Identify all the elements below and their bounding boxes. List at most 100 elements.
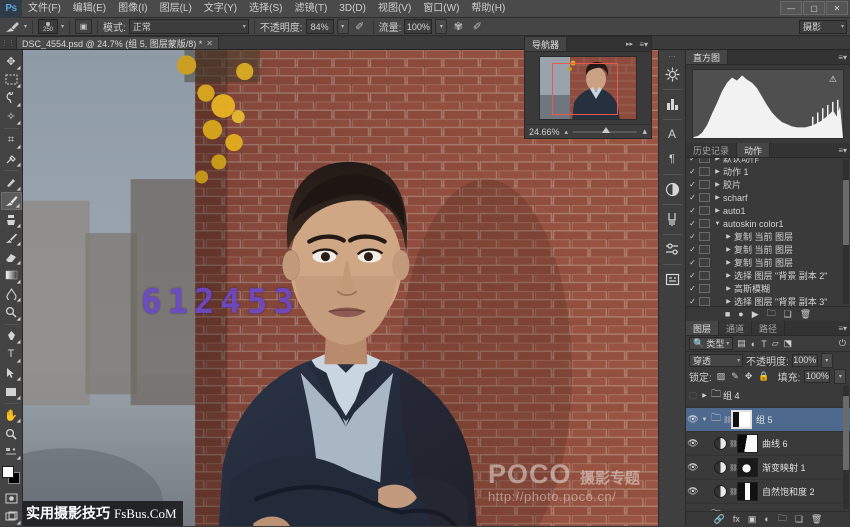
layers-scrollbar[interactable] — [843, 386, 849, 509]
new-action-icon[interactable]: ❏ — [784, 309, 792, 320]
opacity-stepper[interactable]: ▾ — [337, 19, 349, 34]
action-row[interactable]: ✓▶auto1 — [686, 204, 850, 217]
eye-icon[interactable]: ▢ — [686, 390, 700, 401]
character-dock-icon[interactable]: A — [661, 122, 684, 146]
type-tool[interactable]: T◢ — [1, 345, 22, 364]
actions-scrollbar[interactable] — [843, 160, 849, 304]
add-mask-icon[interactable]: ▣ — [748, 514, 757, 525]
airbrush-icon[interactable]: ✾ — [450, 19, 466, 34]
zoom-in-icon[interactable]: ▴ — [642, 126, 647, 137]
zoom-tool[interactable] — [1, 424, 22, 443]
brush-tool[interactable]: ◢ — [1, 192, 22, 211]
navigator-panel-menu-icon[interactable]: ≡▾ — [639, 40, 648, 49]
expand-arrow-icon[interactable]: ▶ — [700, 392, 709, 399]
brush-size-field[interactable]: 250 — [38, 19, 58, 34]
menu-type[interactable]: 文字(Y) — [198, 0, 243, 18]
menu-filter[interactable]: 滤镜(T) — [289, 0, 334, 18]
layer-list[interactable]: ▢ ▶ 🗀 组 4 👁 ▼ 🗀 ⛓ 组 5 — [686, 384, 850, 511]
actions-list[interactable]: ✓▶默认动作 ✓▶动作 1 ✓▶胶片 ✓▶scharf ✓▶auto1 ✓▼au… — [686, 158, 850, 306]
opacity-input[interactable]: 84% — [306, 19, 334, 34]
menu-window[interactable]: 窗口(W) — [417, 0, 465, 18]
layer-row[interactable]: 👁 ⛓ 曲线 6 — [686, 432, 850, 456]
eye-icon[interactable]: 👁 — [686, 438, 700, 449]
maximize-button[interactable]: ▢ — [803, 1, 825, 15]
blend-mode-select[interactable]: 正常 ▾ — [129, 19, 249, 34]
action-row[interactable]: ✓▶复制 当前 图层 — [686, 230, 850, 243]
stop-action-icon[interactable]: ■ — [725, 309, 730, 319]
layer-style-icon[interactable]: fx — [733, 514, 740, 524]
layer-row[interactable]: 👁 ▼ 🗀 Dodge & Burn — [686, 504, 850, 511]
lock-all-icon[interactable]: 🔒 — [758, 371, 769, 382]
action-row[interactable]: ✓▶选择 图层 "背景 副本 3" — [686, 295, 850, 306]
navigator-thumbnail[interactable] — [539, 56, 637, 120]
filter-shape-icon[interactable]: ▱ — [772, 338, 779, 349]
move-tool[interactable]: ✥◢ — [1, 52, 22, 71]
filter-smart-icon[interactable]: ⬔ — [784, 338, 793, 349]
action-row[interactable]: ✓▶scharf — [686, 191, 850, 204]
rectangle-shape-tool[interactable]: ◢ — [1, 382, 22, 401]
eye-icon[interactable]: 👁 — [686, 510, 700, 511]
action-row[interactable]: ✓▶复制 当前 图层 — [686, 243, 850, 256]
menu-layer[interactable]: 图层(L) — [154, 0, 198, 18]
histogram-panel-menu-icon[interactable]: ≡▾ — [838, 53, 847, 62]
flow-input[interactable]: 100% — [404, 19, 432, 34]
histogram-warning-icon[interactable]: ⚠ — [829, 74, 837, 85]
layer-row[interactable]: ▢ ▶ 🗀 组 4 — [686, 384, 850, 408]
minimize-button[interactable]: — — [780, 1, 802, 15]
paragraph-dock-icon[interactable]: ¶ — [661, 147, 684, 171]
blur-tool[interactable]: ◢ — [1, 285, 22, 304]
lock-position-icon[interactable]: ✥ — [745, 371, 753, 382]
tab-actions[interactable]: 动作 — [737, 143, 770, 157]
eye-icon[interactable]: 👁 — [686, 414, 700, 425]
filter-adjustment-icon[interactable]: ◐ — [751, 339, 756, 349]
foreground-color-swatch[interactable] — [2, 466, 14, 478]
new-adjustment-icon[interactable]: ◐ — [764, 514, 769, 524]
brush-size-caret-icon[interactable]: ▾ — [61, 23, 64, 30]
link-layers-icon[interactable]: 🔗 — [714, 514, 725, 525]
tab-histogram[interactable]: 直方图 — [686, 50, 728, 64]
screen-mode-button[interactable]: ◢ — [1, 507, 22, 526]
layer-filter-type-select[interactable]: 🔍 类型 ▾ — [689, 337, 733, 350]
action-row[interactable]: ✓▶复制 当前 图层 — [686, 256, 850, 269]
layer-mask-thumbnail[interactable] — [737, 458, 758, 477]
history-brush-tool[interactable]: ◢ — [1, 229, 22, 248]
menu-help[interactable]: 帮助(H) — [465, 0, 511, 18]
layer-blend-mode-select[interactable]: 穿透 ▾ — [689, 354, 743, 367]
expand-arrow-icon[interactable]: ▼ — [700, 417, 709, 423]
action-row[interactable]: ✓▼autoskin color1 — [686, 217, 850, 230]
gradient-tool[interactable]: ◢ — [1, 266, 22, 285]
new-action-set-icon[interactable]: 🗀 — [767, 306, 776, 322]
path-selection-tool[interactable]: ◢ — [1, 364, 22, 383]
menu-image[interactable]: 图像(I) — [112, 0, 153, 18]
action-row[interactable]: ✓▶选择 图层 "背景 副本 2" — [686, 269, 850, 282]
actions-panel-menu-icon[interactable]: ≡▾ — [838, 146, 847, 155]
workspace-select[interactable]: 摄影 ▾ — [799, 20, 847, 34]
menu-view[interactable]: 视图(V) — [372, 0, 417, 18]
filter-pixel-icon[interactable]: ▤ — [737, 338, 746, 349]
menu-file[interactable]: 文件(F) — [22, 0, 67, 18]
layer-fill-input[interactable]: 100% — [804, 370, 830, 383]
flow-stepper[interactable]: ▾ — [435, 19, 447, 34]
brush-tool-icon[interactable] — [3, 20, 21, 34]
dodge-tool[interactable]: ◢ — [1, 303, 22, 322]
filter-toggle-icon[interactable]: ⏻ — [839, 338, 846, 349]
navigator-view-rect[interactable] — [552, 63, 618, 115]
layer-opacity-input[interactable]: 100% — [792, 354, 818, 367]
navigator-zoom-slider[interactable] — [573, 131, 637, 133]
layer-mask-thumbnail[interactable] — [737, 482, 758, 501]
spot-healing-tool[interactable]: ◢ — [1, 173, 22, 192]
layer-row[interactable]: 👁 ⛓ 自然饱和度 2 — [686, 480, 850, 504]
brush-preset-caret-icon[interactable]: ▾ — [24, 23, 27, 30]
layer-mask-thumbnail[interactable] — [737, 434, 758, 453]
action-row[interactable]: ✓▶高斯模糊 — [686, 282, 850, 295]
edit-toolbar-button[interactable]: ◢ — [1, 443, 22, 462]
zoom-out-icon[interactable]: ▴ — [565, 128, 569, 136]
tab-grip-icon[interactable]: ⋮⋮ — [0, 36, 16, 49]
action-row[interactable]: ✓▶默认动作 — [686, 158, 850, 165]
lock-transparent-icon[interactable]: ▨ — [717, 371, 726, 382]
layer-mask-thumbnail[interactable] — [731, 410, 752, 429]
eraser-tool[interactable]: ◢ — [1, 247, 22, 266]
layer-row[interactable]: 👁 ⛓ 渐变映射 1 — [686, 456, 850, 480]
adjustments-dock-icon[interactable] — [661, 92, 684, 116]
hand-tool[interactable]: ✋◢ — [1, 406, 22, 425]
